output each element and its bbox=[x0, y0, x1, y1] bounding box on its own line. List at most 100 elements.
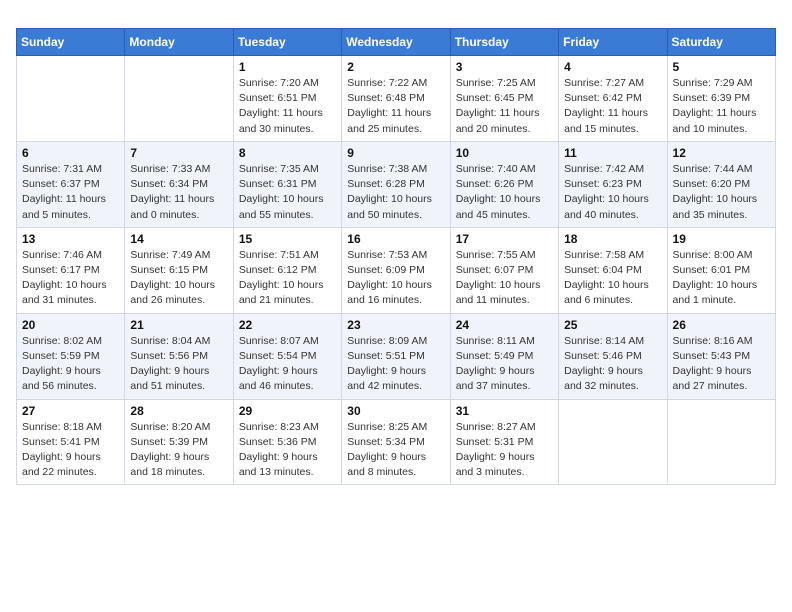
calendar-week-row: 27 Sunrise: 8:18 AMSunset: 5:41 PMDayligh… bbox=[17, 399, 776, 485]
day-number: 25 bbox=[564, 318, 661, 332]
calendar-day-cell: 5 Sunrise: 7:29 AMSunset: 6:39 PMDaylight… bbox=[667, 56, 775, 142]
day-detail: Sunrise: 8:07 AMSunset: 5:54 PMDaylight:… bbox=[239, 334, 336, 395]
calendar-day-cell: 1 Sunrise: 7:20 AMSunset: 6:51 PMDaylight… bbox=[233, 56, 341, 142]
day-number: 10 bbox=[456, 146, 553, 160]
day-number: 28 bbox=[130, 404, 227, 418]
day-detail: Sunrise: 7:42 AMSunset: 6:23 PMDaylight:… bbox=[564, 162, 661, 223]
calendar-day-cell: 21Sunrise: 8:04 AMSunset: 5:56 PMDayligh… bbox=[125, 313, 233, 399]
day-number: 2 bbox=[347, 60, 444, 74]
calendar-day-cell: 19Sunrise: 8:00 AMSunset: 6:01 PMDayligh… bbox=[667, 227, 775, 313]
day-detail: Sunrise: 7:40 AMSunset: 6:26 PMDaylight:… bbox=[456, 162, 553, 223]
day-detail: Sunrise: 7:53 AMSunset: 6:09 PMDaylight:… bbox=[347, 248, 444, 309]
day-number: 20 bbox=[22, 318, 119, 332]
day-detail: Sunrise: 8:11 AMSunset: 5:49 PMDaylight:… bbox=[456, 334, 553, 395]
calendar-day-cell bbox=[559, 399, 667, 485]
day-detail: Sunrise: 7:25 AMSunset: 6:45 PMDaylight:… bbox=[456, 76, 553, 137]
day-number: 11 bbox=[564, 146, 661, 160]
calendar-day-cell: 27 Sunrise: 8:18 AMSunset: 5:41 PMDayligh… bbox=[17, 399, 125, 485]
day-number: 7 bbox=[130, 146, 227, 160]
day-detail: Sunrise: 8:20 AMSunset: 5:39 PMDaylight:… bbox=[130, 420, 227, 481]
day-number: 13 bbox=[22, 232, 119, 246]
day-number: 18 bbox=[564, 232, 661, 246]
day-detail: Sunrise: 8:09 AMSunset: 5:51 PMDaylight:… bbox=[347, 334, 444, 395]
calendar-day-cell: 20 Sunrise: 8:02 AMSunset: 5:59 PMDayligh… bbox=[17, 313, 125, 399]
day-number: 9 bbox=[347, 146, 444, 160]
day-number: 21 bbox=[130, 318, 227, 332]
weekday-header-cell: Sunday bbox=[17, 29, 125, 56]
day-number: 29 bbox=[239, 404, 336, 418]
calendar-day-cell: 29 Sunrise: 8:23 AMSunset: 5:36 PMDayligh… bbox=[233, 399, 341, 485]
day-detail: Sunrise: 8:25 AMSunset: 5:34 PMDaylight:… bbox=[347, 420, 444, 481]
day-detail: Sunrise: 7:44 AMSunset: 6:20 PMDaylight:… bbox=[673, 162, 770, 223]
calendar-table: SundayMondayTuesdayWednesdayThursdayFrid… bbox=[16, 28, 776, 485]
day-number: 3 bbox=[456, 60, 553, 74]
calendar-week-row: 13 Sunrise: 7:46 AMSunset: 6:17 PMDayligh… bbox=[17, 227, 776, 313]
calendar-day-cell: 24Sunrise: 8:11 AMSunset: 5:49 PMDayligh… bbox=[450, 313, 558, 399]
calendar-day-cell: 31 Sunrise: 8:27 AMSunset: 5:31 PMDayligh… bbox=[450, 399, 558, 485]
calendar-day-cell bbox=[667, 399, 775, 485]
day-detail: Sunrise: 7:49 AMSunset: 6:15 PMDaylight:… bbox=[130, 248, 227, 309]
calendar-day-cell: 9 Sunrise: 7:38 AMSunset: 6:28 PMDaylight… bbox=[342, 141, 450, 227]
calendar-day-cell: 28 Sunrise: 8:20 AMSunset: 5:39 PMDayligh… bbox=[125, 399, 233, 485]
day-detail: Sunrise: 7:22 AMSunset: 6:48 PMDaylight:… bbox=[347, 76, 444, 137]
day-detail: Sunrise: 7:46 AMSunset: 6:17 PMDaylight:… bbox=[22, 248, 119, 309]
day-detail: Sunrise: 7:55 AMSunset: 6:07 PMDaylight:… bbox=[456, 248, 553, 309]
calendar-day-cell: 10 Sunrise: 7:40 AMSunset: 6:26 PMDayligh… bbox=[450, 141, 558, 227]
day-number: 22 bbox=[239, 318, 336, 332]
day-detail: Sunrise: 7:31 AMSunset: 6:37 PMDaylight:… bbox=[22, 162, 119, 223]
weekday-header-row: SundayMondayTuesdayWednesdayThursdayFrid… bbox=[17, 29, 776, 56]
day-number: 27 bbox=[22, 404, 119, 418]
day-number: 31 bbox=[456, 404, 553, 418]
day-number: 23 bbox=[347, 318, 444, 332]
calendar-day-cell: 30 Sunrise: 8:25 AMSunset: 5:34 PMDayligh… bbox=[342, 399, 450, 485]
day-detail: Sunrise: 7:20 AMSunset: 6:51 PMDaylight:… bbox=[239, 76, 336, 137]
calendar-day-cell bbox=[17, 56, 125, 142]
calendar-day-cell: 7 Sunrise: 7:33 AMSunset: 6:34 PMDaylight… bbox=[125, 141, 233, 227]
day-number: 30 bbox=[347, 404, 444, 418]
calendar-day-cell: 23 Sunrise: 8:09 AMSunset: 5:51 PMDayligh… bbox=[342, 313, 450, 399]
calendar-day-cell: 2 Sunrise: 7:22 AMSunset: 6:48 PMDaylight… bbox=[342, 56, 450, 142]
calendar-day-cell: 8 Sunrise: 7:35 AMSunset: 6:31 PMDaylight… bbox=[233, 141, 341, 227]
calendar-week-row: 1 Sunrise: 7:20 AMSunset: 6:51 PMDaylight… bbox=[17, 56, 776, 142]
day-number: 4 bbox=[564, 60, 661, 74]
day-number: 19 bbox=[673, 232, 770, 246]
calendar-day-cell: 17 Sunrise: 7:55 AMSunset: 6:07 PMDayligh… bbox=[450, 227, 558, 313]
weekday-header-cell: Saturday bbox=[667, 29, 775, 56]
day-number: 8 bbox=[239, 146, 336, 160]
day-number: 15 bbox=[239, 232, 336, 246]
day-detail: Sunrise: 7:33 AMSunset: 6:34 PMDaylight:… bbox=[130, 162, 227, 223]
weekday-header-cell: Monday bbox=[125, 29, 233, 56]
day-detail: Sunrise: 8:02 AMSunset: 5:59 PMDaylight:… bbox=[22, 334, 119, 395]
day-number: 5 bbox=[673, 60, 770, 74]
day-number: 1 bbox=[239, 60, 336, 74]
calendar-day-cell: 18 Sunrise: 7:58 AMSunset: 6:04 PMDayligh… bbox=[559, 227, 667, 313]
day-detail: Sunrise: 7:51 AMSunset: 6:12 PMDaylight:… bbox=[239, 248, 336, 309]
day-detail: Sunrise: 7:27 AMSunset: 6:42 PMDaylight:… bbox=[564, 76, 661, 137]
day-detail: Sunrise: 8:18 AMSunset: 5:41 PMDaylight:… bbox=[22, 420, 119, 481]
day-detail: Sunrise: 8:14 AMSunset: 5:46 PMDaylight:… bbox=[564, 334, 661, 395]
day-detail: Sunrise: 7:38 AMSunset: 6:28 PMDaylight:… bbox=[347, 162, 444, 223]
day-detail: Sunrise: 7:29 AMSunset: 6:39 PMDaylight:… bbox=[673, 76, 770, 137]
day-number: 17 bbox=[456, 232, 553, 246]
day-number: 26 bbox=[673, 318, 770, 332]
weekday-header-cell: Thursday bbox=[450, 29, 558, 56]
calendar-day-cell: 12 Sunrise: 7:44 AMSunset: 6:20 PMDayligh… bbox=[667, 141, 775, 227]
calendar-day-cell: 11 Sunrise: 7:42 AMSunset: 6:23 PMDayligh… bbox=[559, 141, 667, 227]
calendar-day-cell: 4 Sunrise: 7:27 AMSunset: 6:42 PMDaylight… bbox=[559, 56, 667, 142]
calendar-day-cell: 25 Sunrise: 8:14 AMSunset: 5:46 PMDayligh… bbox=[559, 313, 667, 399]
day-detail: Sunrise: 7:35 AMSunset: 6:31 PMDaylight:… bbox=[239, 162, 336, 223]
calendar-week-row: 20 Sunrise: 8:02 AMSunset: 5:59 PMDayligh… bbox=[17, 313, 776, 399]
day-number: 14 bbox=[130, 232, 227, 246]
day-detail: Sunrise: 7:58 AMSunset: 6:04 PMDaylight:… bbox=[564, 248, 661, 309]
day-detail: Sunrise: 8:16 AMSunset: 5:43 PMDaylight:… bbox=[673, 334, 770, 395]
day-detail: Sunrise: 8:27 AMSunset: 5:31 PMDaylight:… bbox=[456, 420, 553, 481]
day-detail: Sunrise: 8:23 AMSunset: 5:36 PMDaylight:… bbox=[239, 420, 336, 481]
calendar-day-cell: 14 Sunrise: 7:49 AMSunset: 6:15 PMDayligh… bbox=[125, 227, 233, 313]
weekday-header-cell: Friday bbox=[559, 29, 667, 56]
calendar-day-cell bbox=[125, 56, 233, 142]
day-number: 6 bbox=[22, 146, 119, 160]
day-number: 12 bbox=[673, 146, 770, 160]
calendar-day-cell: 15 Sunrise: 7:51 AMSunset: 6:12 PMDayligh… bbox=[233, 227, 341, 313]
calendar-day-cell: 3 Sunrise: 7:25 AMSunset: 6:45 PMDaylight… bbox=[450, 56, 558, 142]
calendar-day-cell: 22 Sunrise: 8:07 AMSunset: 5:54 PMDayligh… bbox=[233, 313, 341, 399]
